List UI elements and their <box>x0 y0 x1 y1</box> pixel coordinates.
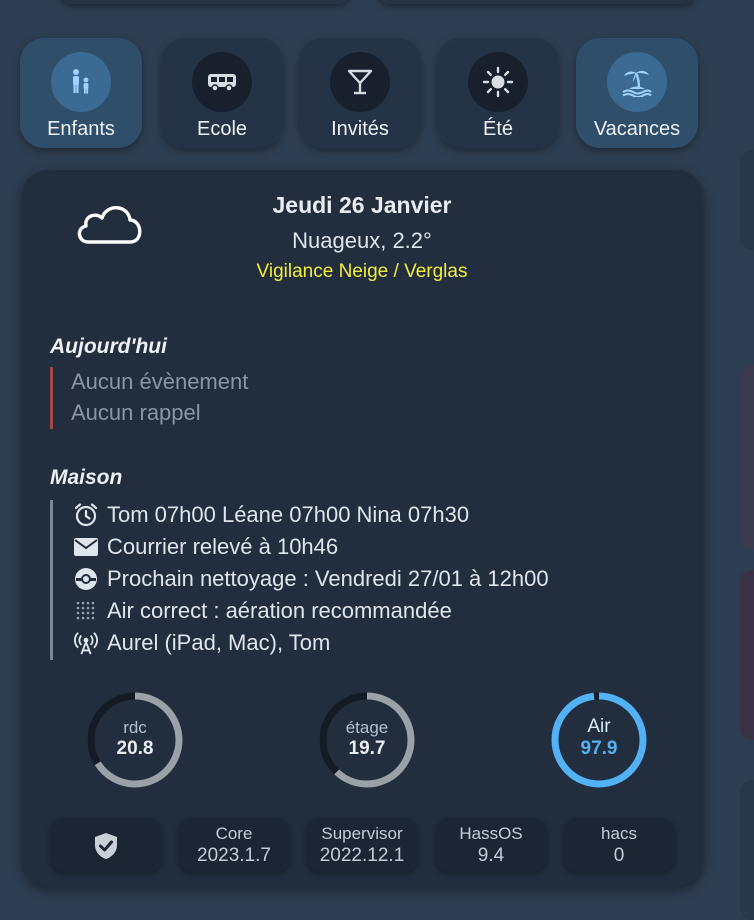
today-title: Aujourd'hui <box>50 335 167 358</box>
house-info-block: Tom 07h00 Léane 07h00 Nina 07h30 Courrie… <box>50 500 673 660</box>
mode-label: Vacances <box>593 118 681 140</box>
mail-icon <box>73 534 99 560</box>
robot-vacuum-icon <box>73 566 99 592</box>
mode-label: Invités <box>331 118 389 140</box>
security-status-button[interactable] <box>50 818 162 872</box>
cocktail-icon <box>330 52 390 112</box>
alarm-line: Tom 07h00 Léane 07h00 Nina 07h30 <box>73 502 469 528</box>
family-icon <box>51 52 111 112</box>
gauge-air[interactable]: Air 97.9 <box>549 690 649 790</box>
mode-label: Été <box>482 118 514 140</box>
summary-card: Jeudi 26 Janvier Nuageux, 2.2° Vigilance… <box>22 170 703 886</box>
mode-label: Enfants <box>47 118 115 140</box>
version-core[interactable]: Core 2023.1.7 <box>178 818 290 872</box>
weather-condition: Nuageux, 2.2° <box>292 228 432 253</box>
air-line: Air correct : aération recommandée <box>73 598 452 624</box>
side-card-partial-2 <box>740 365 754 550</box>
side-card-partial-3 <box>740 570 754 740</box>
shield-check-icon <box>92 831 120 866</box>
mode-label: Ecole <box>196 118 248 140</box>
school-bus-icon <box>192 52 252 112</box>
mode-button-ete[interactable]: Été <box>437 38 559 148</box>
vacuum-text: Prochain nettoyage : Vendredi 27/01 à 12… <box>107 566 549 591</box>
version-value: 2022.12.1 <box>319 845 405 866</box>
gauge-etage[interactable]: étage 19.7 <box>317 690 417 790</box>
presence-line: Aurel (iPad, Mac), Tom <box>73 630 330 656</box>
today-events-block: Aucun évènement Aucun rappel <box>50 367 453 429</box>
gauge-name: étage <box>345 718 389 737</box>
mail-line: Courrier relevé à 10h46 <box>73 534 338 560</box>
air-text: Air correct : aération recommandée <box>107 598 452 623</box>
mode-button-vacances[interactable]: Vacances <box>576 38 698 148</box>
alarm-text: Tom 07h00 Léane 07h00 Nina 07h30 <box>107 502 470 527</box>
side-card-partial-4 <box>740 780 754 920</box>
mail-text: Courrier relevé à 10h46 <box>107 534 339 559</box>
house-title: Maison <box>50 466 123 489</box>
gauge-value: 20.8 <box>116 738 154 759</box>
version-hassos[interactable]: HassOS 9.4 <box>435 818 547 872</box>
side-card-partial-1 <box>740 150 754 250</box>
gauge-value: 19.7 <box>348 738 386 759</box>
gauge-name: Air <box>587 716 611 737</box>
version-label: Supervisor <box>321 824 403 843</box>
air-dots-icon <box>73 598 99 624</box>
version-value: 9.4 <box>477 845 505 866</box>
cloud-icon <box>74 198 144 253</box>
version-label: HassOS <box>459 824 523 843</box>
version-hacs[interactable]: hacs 0 <box>563 818 675 872</box>
weather-date: Jeudi 26 Janvier <box>272 192 452 218</box>
gauge-value: 97.9 <box>580 738 618 759</box>
gauge-name: rdc <box>123 718 147 737</box>
version-value: 2023.1.7 <box>197 845 271 866</box>
gauge-rdc[interactable]: rdc 20.8 <box>85 690 185 790</box>
reminders-status: Aucun rappel <box>71 400 201 425</box>
wifi-presence-icon <box>73 630 99 656</box>
version-value: 0 <box>613 845 625 866</box>
vacuum-line: Prochain nettoyage : Vendredi 27/01 à 12… <box>73 566 549 592</box>
version-label: hacs <box>601 824 637 843</box>
mode-button-invites[interactable]: Invités <box>299 38 421 148</box>
sun-icon <box>468 52 528 112</box>
card-top-right-partial <box>378 0 696 4</box>
mode-buttons: Enfants Ecole Invités Été Vacances <box>20 38 700 150</box>
alarm-clock-icon <box>73 502 99 528</box>
mode-button-enfants[interactable]: Enfants <box>20 38 142 148</box>
weather-alert: Vigilance Neige / Verglas <box>256 261 468 282</box>
island-icon <box>607 52 667 112</box>
version-supervisor[interactable]: Supervisor 2022.12.1 <box>306 818 418 872</box>
mode-button-ecole[interactable]: Ecole <box>161 38 283 148</box>
version-label: Core <box>215 824 253 843</box>
events-status: Aucun évènement <box>71 369 249 394</box>
card-top-left-partial <box>60 0 350 4</box>
presence-text: Aurel (iPad, Mac), Tom <box>107 630 331 655</box>
